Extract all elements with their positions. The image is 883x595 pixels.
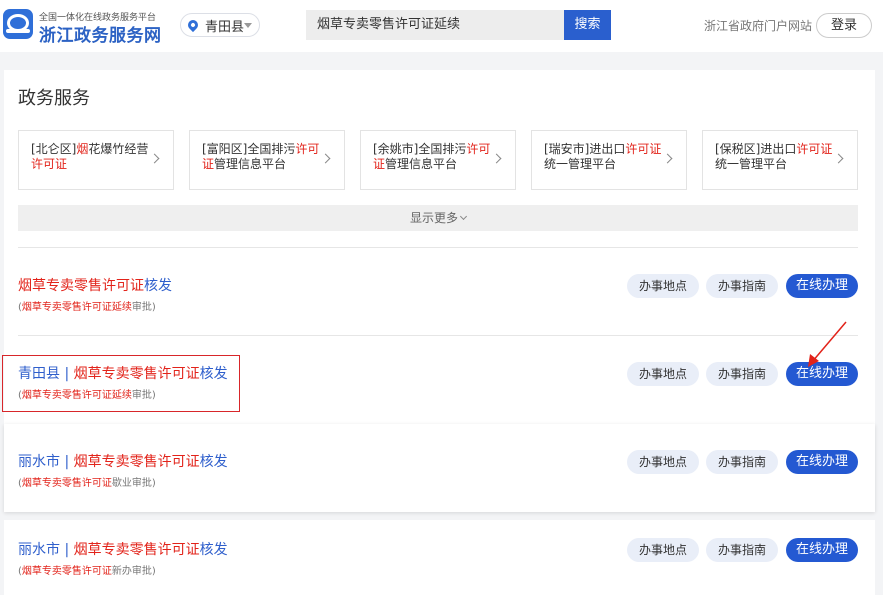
show-more-label: 显示更多: [409, 211, 458, 225]
result-subtitle: (烟草专卖零售许可证新办审批): [18, 566, 156, 577]
chevron-right-icon: [149, 153, 160, 164]
chevron-right-icon: [662, 153, 673, 164]
guide-button[interactable]: 办事指南: [706, 362, 778, 386]
chevron-right-icon: [320, 153, 331, 164]
result-subtitle: (烟草专卖零售许可证延续审批): [18, 390, 156, 401]
related-services: [北仑区]烟花爆竹经营许可证 [富阳区]全国排污许可证管理信息平台 [余姚市]全…: [18, 130, 858, 190]
guide-button[interactable]: 办事指南: [706, 274, 778, 298]
divider: [18, 247, 858, 248]
location-button[interactable]: 办事地点: [627, 362, 699, 386]
result-title[interactable]: 烟草专卖零售许可证核发: [18, 275, 172, 295]
result-title[interactable]: 丽水市 | 烟草专卖零售许可证核发: [18, 451, 228, 471]
service-card-text: [富阳区]全国排污许可证管理信息平台: [202, 142, 320, 171]
service-card-text: [瑞安市]进出口许可证统一管理平台: [544, 142, 662, 171]
service-card-text: [余姚市]全国排污许可证管理信息平台: [373, 142, 491, 171]
region-label: 青田县: [205, 19, 245, 35]
location-button[interactable]: 办事地点: [627, 274, 699, 298]
result-title[interactable]: 丽水市 | 烟草专卖零售许可证核发: [18, 539, 228, 559]
service-card[interactable]: [富阳区]全国排污许可证管理信息平台: [189, 130, 345, 190]
show-more-button[interactable]: 显示更多: [18, 205, 858, 231]
result-title[interactable]: 青田县 | 烟草专卖零售许可证核发: [18, 363, 228, 383]
location-button[interactable]: 办事地点: [627, 538, 699, 562]
service-card[interactable]: [余姚市]全国排污许可证管理信息平台: [360, 130, 516, 190]
service-card[interactable]: [保税区]进出口许可证统一管理平台: [702, 130, 858, 190]
region-selector[interactable]: 青田县: [180, 13, 260, 37]
chevron-right-icon: [833, 153, 844, 164]
logo-title[interactable]: 浙江政务服务网: [39, 21, 162, 46]
service-card-text: [北仑区]烟花爆竹经营许可证: [31, 142, 149, 171]
service-card[interactable]: [北仑区]烟花爆竹经营许可证: [18, 130, 174, 190]
online-apply-button[interactable]: 在线办理: [786, 538, 858, 562]
divider: [18, 335, 858, 336]
search-button[interactable]: 搜索: [564, 10, 611, 40]
service-card[interactable]: [瑞安市]进出口许可证统一管理平台: [531, 130, 687, 190]
service-card-text: [保税区]进出口许可证统一管理平台: [715, 142, 833, 171]
chevron-down-icon: [459, 212, 468, 221]
result-subtitle: (烟草专卖零售许可证歇业审批): [18, 478, 156, 489]
section-title: 政务服务: [18, 88, 90, 109]
caret-down-icon: [244, 23, 252, 28]
location-button[interactable]: 办事地点: [627, 450, 699, 474]
guide-button[interactable]: 办事指南: [706, 538, 778, 562]
chevron-right-icon: [491, 153, 502, 164]
zhejiang-logo-icon[interactable]: [3, 9, 33, 39]
result-subtitle: (烟草专卖零售许可证延续审批): [18, 302, 156, 313]
login-button[interactable]: 登录: [816, 13, 872, 38]
online-apply-button[interactable]: 在线办理: [786, 274, 858, 298]
red-arrow-annotation: [808, 321, 847, 367]
government-portal-link[interactable]: 浙江省政府门户网站: [704, 17, 812, 34]
online-apply-button[interactable]: 在线办理: [786, 450, 858, 474]
search-input[interactable]: [306, 10, 564, 40]
guide-button[interactable]: 办事指南: [706, 450, 778, 474]
top-header: 全国一体化在线政务服务平台 浙江政务服务网 青田县 搜索 浙江省政府门户网站 登…: [0, 0, 883, 52]
location-pin-icon: [185, 17, 201, 33]
